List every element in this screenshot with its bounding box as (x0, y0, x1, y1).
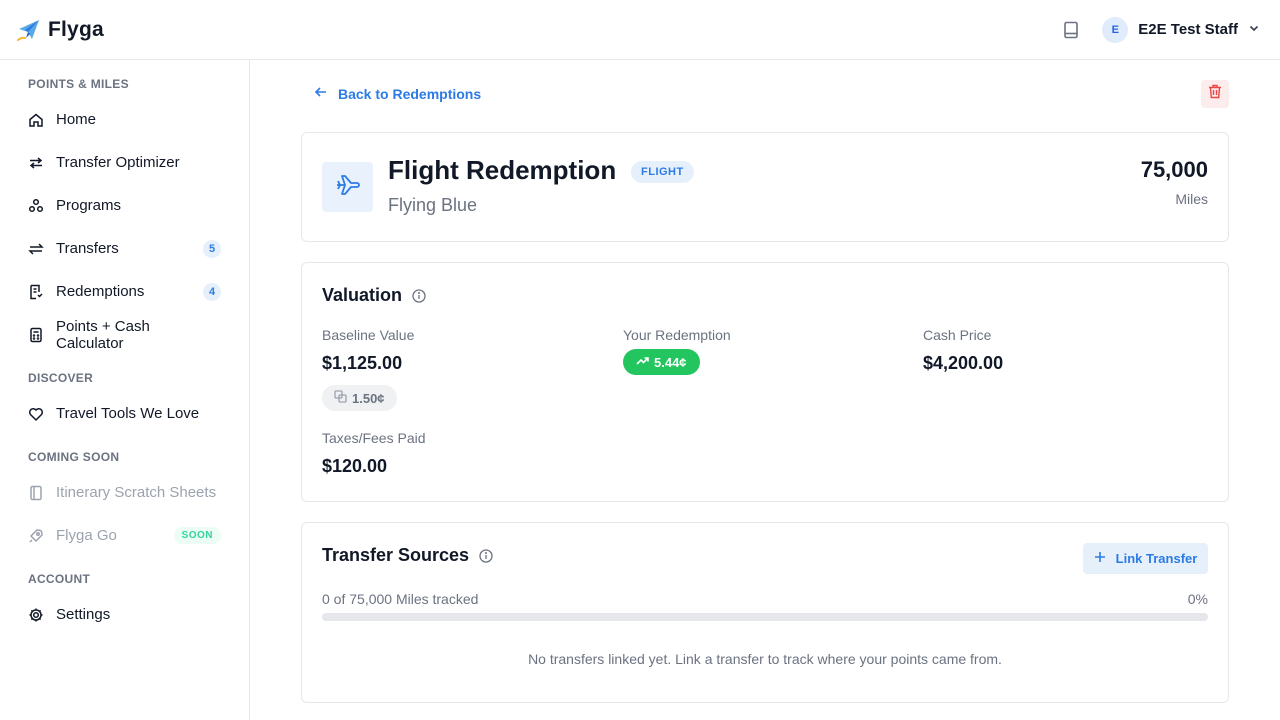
taxes-fees-label: Taxes/Fees Paid (322, 430, 426, 446)
sidebar-item-programs[interactable]: Programs (0, 184, 249, 227)
back-to-redemptions-link[interactable]: Back to Redemptions (314, 84, 481, 104)
book-icon[interactable] (1058, 17, 1084, 43)
transfer-icon (28, 241, 44, 257)
your-redemption-cpp-pill: 5.44¢ (623, 349, 700, 375)
heart-icon (28, 406, 44, 422)
chevron-down-icon (1248, 21, 1260, 39)
paper-plane-logo-icon (16, 17, 42, 43)
calculator-icon (28, 327, 44, 343)
sidebar-item-redemptions[interactable]: Redemptions 4 (0, 270, 249, 313)
plus-icon (1094, 551, 1106, 566)
baseline-cpp-value: 1.50¢ (352, 390, 385, 406)
receipt-icon (28, 284, 44, 300)
type-badge: FLIGHT (631, 161, 694, 183)
delete-button[interactable] (1201, 80, 1229, 108)
sidebar-item-label: Itinerary Scratch Sheets (56, 484, 217, 501)
main-content: Back to Redemptions Flight Redemption FL… (250, 60, 1280, 720)
info-icon[interactable] (479, 548, 493, 563)
redemption-title: Flight Redemption (388, 155, 617, 185)
notebook-icon (28, 485, 44, 501)
sidebar-item-transfer-optimizer[interactable]: Transfer Optimizer (0, 141, 249, 184)
info-icon[interactable] (412, 288, 426, 303)
miles-value: 75,000 (1140, 157, 1208, 182)
program-name: Flying Blue (388, 195, 478, 215)
transfers-count-badge: 5 (203, 239, 221, 258)
section-title-coming-soon: COMING SOON (28, 450, 120, 464)
back-link-label: Back to Redemptions (338, 86, 482, 102)
tracked-percent: 0% (1187, 591, 1208, 607)
section-title-points-miles: POINTS & MILES (28, 77, 129, 91)
empty-transfers-message: No transfers linked yet. Link a transfer… (528, 651, 1002, 667)
sidebar-item-home[interactable]: Home (0, 98, 249, 141)
programs-icon (28, 198, 44, 214)
sidebar-item-label: Transfer Optimizer (56, 154, 180, 171)
cash-price-label: Cash Price (923, 327, 992, 343)
gear-icon (28, 607, 44, 623)
section-title-discover: DISCOVER (28, 371, 94, 385)
sidebar-item-label: Travel Tools We Love (56, 405, 200, 422)
sidebar-item-label: Programs (56, 197, 122, 214)
tracked-text: 0 of 75,000 Miles tracked (322, 591, 479, 607)
rocket-icon (28, 528, 44, 544)
arrows-exchange-icon (28, 155, 44, 171)
sidebar-item-transfers[interactable]: Transfers 5 (0, 227, 249, 270)
sidebar-item-settings[interactable]: Settings (0, 593, 249, 636)
brand[interactable]: Flyga (16, 17, 104, 43)
brand-name: Flyga (48, 17, 104, 41)
coins-icon (334, 390, 347, 406)
your-redemption-cpp-value: 5.44¢ (654, 354, 687, 370)
sidebar-item-flyga-go: Flyga Go SOON (0, 514, 249, 557)
sidebar-item-label: Redemptions (56, 283, 145, 300)
sidebar-item-itinerary-scratch-sheets: Itinerary Scratch Sheets (0, 471, 249, 514)
section-title-account: ACCOUNT (28, 572, 91, 586)
baseline-cpp-pill: 1.50¢ (322, 385, 397, 411)
sidebar-item-label: Flyga Go (56, 527, 117, 544)
plane-icon-box (322, 162, 373, 212)
sidebar-item-label: Home (56, 111, 97, 128)
sidebar-item-label: Transfers (56, 240, 119, 257)
transfer-sources-title: Transfer Sources (322, 545, 470, 565)
redemption-header-card: Flight Redemption FLIGHT Flying Blue 75,… (301, 132, 1229, 242)
arrow-left-icon (314, 85, 328, 104)
trash-icon (1208, 84, 1222, 104)
top-bar: Flyga E E2E Test Staff (0, 0, 1280, 60)
your-redemption-label: Your Redemption (623, 327, 731, 343)
cash-price-amount: $4,200.00 (923, 353, 1004, 373)
sidebar-item-label: Points + Cash Calculator (56, 317, 150, 352)
miles-unit: Miles (1175, 191, 1208, 207)
user-menu[interactable]: E E2E Test Staff (1102, 16, 1260, 43)
valuation-card: Valuation Baseline Value $1,125.00 1.50¢… (301, 262, 1229, 502)
valuation-title: Valuation (322, 285, 403, 305)
soon-badge: SOON (173, 527, 221, 544)
baseline-value-amount: $1,125.00 (322, 353, 403, 373)
sidebar-item-travel-tools[interactable]: Travel Tools We Love (0, 392, 249, 435)
tracking-progress-bar (322, 613, 1208, 621)
user-name: E2E Test Staff (1138, 21, 1238, 38)
plane-icon (334, 171, 362, 204)
avatar: E (1102, 16, 1129, 43)
sidebar-item-label: Settings (56, 606, 111, 623)
trending-up-icon (636, 354, 649, 370)
baseline-value-label: Baseline Value (322, 327, 415, 343)
sidebar: POINTS & MILES Home Transfer Optimizer P… (0, 60, 250, 720)
sidebar-item-points-cash-calculator[interactable]: Points + Cash Calculator (0, 313, 249, 356)
link-transfer-button[interactable]: Link Transfer (1083, 543, 1208, 574)
taxes-fees-amount: $120.00 (322, 456, 388, 476)
transfer-sources-card: Transfer Sources Link Transfer 0 of 75,0… (301, 522, 1229, 703)
home-icon (28, 112, 44, 128)
link-transfer-label: Link Transfer (1115, 551, 1198, 566)
redemptions-count-badge: 4 (203, 282, 221, 301)
